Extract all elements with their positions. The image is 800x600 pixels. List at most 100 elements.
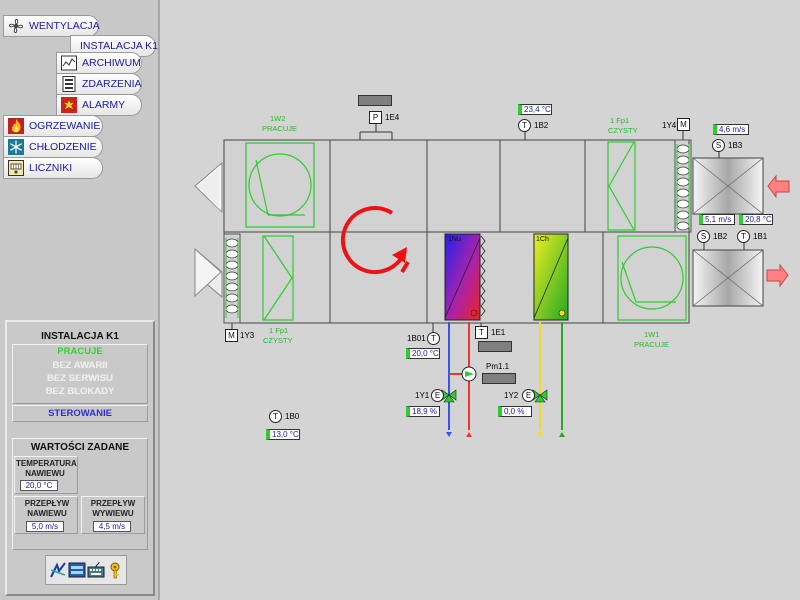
setpoint-exhaust-flow-label: PRZEPŁYW WYWIEWU bbox=[90, 499, 136, 518]
damper-1y3-tag: 1Y3 bbox=[240, 331, 255, 340]
flow-1b3-tag: 1B3 bbox=[728, 141, 743, 150]
fresh-air-inlet-louvre bbox=[194, 247, 223, 299]
nav-liczniki-label: LICZNIKI bbox=[29, 162, 73, 174]
panel-toolbar bbox=[45, 555, 127, 585]
flow-sensor-1b3[interactable]: S bbox=[712, 139, 725, 152]
setpoints-title: WARTOŚCI ZADANE bbox=[30, 442, 130, 453]
archive-chart-icon bbox=[60, 54, 78, 72]
control-mode-label[interactable]: STEROWANIE bbox=[13, 408, 147, 419]
flow-sensor-1b2-tag: 1B2 bbox=[713, 232, 728, 241]
fan-icon bbox=[7, 17, 25, 35]
valve-1y2-actuator[interactable]: E bbox=[522, 389, 535, 402]
damper-1y4-actuator[interactable]: M bbox=[677, 118, 690, 131]
frost-sensor-1e1[interactable]: T bbox=[475, 326, 488, 339]
status-no-failure: BEZ AWARII bbox=[52, 360, 108, 371]
pressure-display bbox=[358, 95, 392, 106]
temp-sensor-1b01[interactable]: T bbox=[427, 332, 440, 345]
nav-instalacja-k1-label: INSTALACJA K1 bbox=[80, 40, 159, 52]
nav-liczniki[interactable]: LICZNIKI bbox=[3, 157, 103, 179]
status-no-service: BEZ SERWISU bbox=[47, 373, 113, 384]
panel-title: INSTALACJA K1 bbox=[41, 331, 119, 342]
fan-top-tag: 1W2 bbox=[270, 114, 286, 123]
keyboard-icon[interactable] bbox=[87, 561, 105, 579]
filter-exhaust-tag: 1 Fp1 bbox=[610, 116, 630, 125]
damper-1y3-actuator[interactable]: M bbox=[225, 329, 238, 342]
circulation-pump-pm11[interactable] bbox=[461, 366, 477, 382]
setpoint-temp-value[interactable]: 20,0 °C bbox=[20, 480, 58, 491]
cooler-label: 1Ch bbox=[536, 236, 549, 243]
nav-ogrzewanie-label: OGRZEWANIE bbox=[29, 120, 101, 132]
nav-alarmy-label: ALARMY bbox=[82, 99, 126, 111]
exhaust-air-in-arrow bbox=[767, 174, 790, 199]
fan-bottom-state: PRACUJE bbox=[634, 340, 670, 349]
filter-fresh-tag: 1 Fp1 bbox=[269, 326, 289, 335]
nav-chlodzenie[interactable]: CHŁODZENIE bbox=[3, 136, 103, 158]
heater-coil-1nu[interactable] bbox=[444, 233, 486, 321]
valve-1y2-value: 0,0 % bbox=[498, 406, 532, 417]
setpoint-supply-flow-value[interactable]: 5,0 m/s bbox=[26, 521, 64, 532]
exhaust-outlet-louvre bbox=[194, 161, 223, 214]
setpoint-temp-label: TEMPERATURA NAWIEWU bbox=[16, 459, 77, 478]
fan-bottom-tag: 1W1 bbox=[644, 330, 660, 339]
nav-wentylacja[interactable]: WENTYLACJA bbox=[3, 15, 100, 37]
supply-air-out-arrow bbox=[766, 263, 789, 288]
setpoint-supply-flow-label: PRZEPŁYW NAWIEWU bbox=[24, 499, 70, 518]
frost-1e1-tag: 1E1 bbox=[491, 328, 506, 337]
pressure-sensor-tag: 1E4 bbox=[385, 113, 400, 122]
flow-1b3-value: 4,6 m/s bbox=[713, 124, 749, 135]
temp-sensor-1b2[interactable]: T bbox=[518, 119, 531, 132]
snowflake-icon bbox=[7, 138, 25, 156]
nav-zdarzenia[interactable]: ZDARZENIA bbox=[56, 73, 142, 95]
temp-sensor-1b1[interactable]: T bbox=[737, 230, 750, 243]
temp-1b1-tag: 1B1 bbox=[753, 232, 768, 241]
trend-icon[interactable] bbox=[49, 561, 67, 579]
ahu-schematic bbox=[194, 122, 790, 437]
fan-top-state: PRACUJE bbox=[262, 124, 298, 133]
events-list-icon bbox=[60, 75, 78, 93]
temp-1b1-value: 20,8 °C bbox=[739, 214, 773, 225]
valve-1y1-value: 18,9 % bbox=[406, 406, 440, 417]
status-no-lock: BEZ BLOKADY bbox=[45, 386, 115, 397]
filter-exhaust-state: CZYSTY bbox=[608, 126, 638, 135]
setpoint-exhaust-flow-value[interactable]: 4,5 m/s bbox=[93, 521, 131, 532]
display-panel-icon[interactable] bbox=[68, 561, 86, 579]
filter-fresh-state: CZYSTY bbox=[263, 336, 293, 345]
nav-ogrzewanie[interactable]: OGRZEWANIE bbox=[3, 115, 103, 137]
heater-label: 1Nu bbox=[448, 236, 461, 243]
schematic-area: 1W2 PRACUJE 1 Fp1 CZYSTY 1 Fp1 CZYSTY 1W… bbox=[162, 0, 800, 600]
temp-1b01-tag: 1B01 bbox=[407, 334, 426, 343]
nav-archiwum-label: ARCHIWUM bbox=[82, 57, 141, 69]
nav-wentylacja-label: WENTYLACJA bbox=[29, 20, 100, 32]
valve-1y2-tag: 1Y2 bbox=[504, 391, 519, 400]
nav-archiwum[interactable]: ARCHIWUM bbox=[56, 52, 142, 74]
cooler-coil-1ch[interactable] bbox=[533, 233, 569, 321]
installation-panel: INSTALACJA K1 PRACUJE BEZ AWARII BEZ SER… bbox=[5, 320, 155, 596]
sidebar: WENTYLACJA INSTALACJA K1 ARCHIWUM ZDARZE… bbox=[0, 0, 160, 600]
flame-icon bbox=[7, 117, 25, 135]
outdoor-temp-tag: 1B0 bbox=[285, 412, 300, 421]
frost-1e1-display bbox=[478, 341, 512, 352]
pressure-sensor-p[interactable]: P bbox=[369, 111, 382, 124]
valve-1y1-tag: 1Y1 bbox=[415, 391, 430, 400]
temp-1b01-value: 20,0 °C bbox=[406, 348, 440, 359]
outdoor-temp-value: 13,0 °C bbox=[266, 429, 300, 440]
damper-1y4-tag: 1Y4 bbox=[662, 121, 677, 130]
nav-chlodzenie-label: CHŁODZENIE bbox=[29, 141, 97, 153]
temp-1b2-tag: 1B2 bbox=[534, 121, 549, 130]
pump-tag: Pm1.1 bbox=[486, 362, 510, 371]
cooling-piping bbox=[537, 322, 565, 437]
key-lock-icon[interactable] bbox=[106, 561, 124, 579]
flow-1b2-value: 5,1 m/s bbox=[699, 214, 735, 225]
damper-1y3[interactable] bbox=[223, 233, 241, 324]
alarm-icon bbox=[60, 96, 78, 114]
outdoor-temp-sensor-1b0[interactable]: T bbox=[269, 410, 282, 423]
pressure-sensor-piping bbox=[359, 122, 393, 140]
duct-supply-out bbox=[692, 249, 764, 307]
flow-sensor-1b2[interactable]: S bbox=[697, 230, 710, 243]
nav-alarmy[interactable]: ALARMY bbox=[56, 94, 142, 116]
valve-1y1-actuator[interactable]: E bbox=[431, 389, 444, 402]
counter-icon bbox=[7, 159, 25, 177]
status-running: PRACUJE bbox=[57, 346, 103, 357]
pump-display bbox=[482, 373, 516, 384]
temp-1b2-value: 23,4 °C bbox=[518, 104, 552, 115]
